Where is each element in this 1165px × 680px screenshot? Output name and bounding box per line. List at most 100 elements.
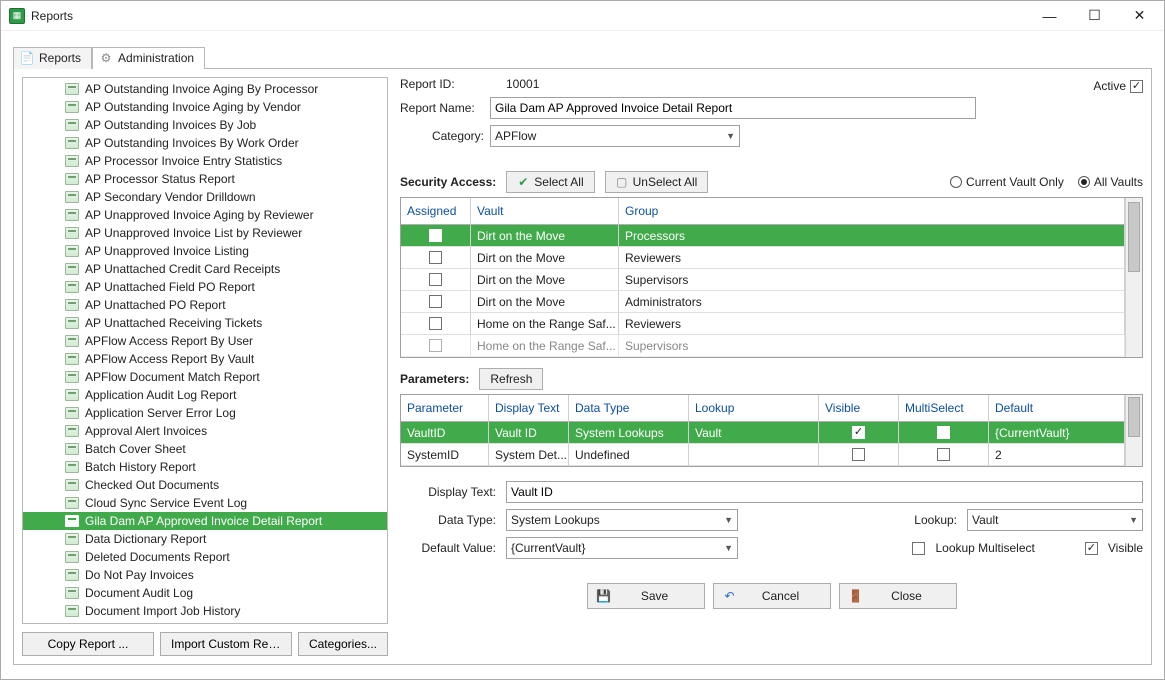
- refresh-parameters-button[interactable]: Refresh: [479, 368, 543, 390]
- tree-item[interactable]: AP Processor Status Report: [23, 170, 387, 188]
- col-lookup[interactable]: Lookup: [689, 395, 819, 422]
- col-visible[interactable]: Visible: [819, 395, 899, 422]
- report-tree[interactable]: AP Outstanding Invoice Aging By Processo…: [22, 77, 388, 624]
- tree-item[interactable]: Do Not Pay Invoices: [23, 566, 387, 584]
- tree-item[interactable]: Gila Dam AP Approved Invoice Detail Repo…: [23, 512, 387, 530]
- lookup-label: Lookup:: [897, 513, 957, 527]
- tree-item[interactable]: Data Dictionary Report: [23, 530, 387, 548]
- unselect-all-button[interactable]: ▢ UnSelect All: [605, 171, 709, 193]
- tree-item[interactable]: AP Unapproved Invoice List by Reviewer: [23, 224, 387, 242]
- report-file-icon: [65, 479, 79, 491]
- security-row[interactable]: Dirt on the MoveProcessors: [401, 225, 1125, 247]
- radio-current-vault-only[interactable]: Current Vault Only: [950, 175, 1064, 189]
- tree-item[interactable]: Application Audit Log Report: [23, 386, 387, 404]
- parameter-row[interactable]: SystemIDSystem Det...Undefined2: [401, 444, 1125, 466]
- categories-button[interactable]: Categories...: [298, 632, 388, 656]
- tree-item[interactable]: Document Import Job History: [23, 602, 387, 620]
- tree-item[interactable]: AP Outstanding Invoice Aging by Vendor: [23, 98, 387, 116]
- tree-item[interactable]: AP Outstanding Invoice Aging By Processo…: [23, 80, 387, 98]
- tree-item[interactable]: Deleted Documents Report: [23, 548, 387, 566]
- col-multiselect[interactable]: MultiSelect: [899, 395, 989, 422]
- tree-item[interactable]: AP Unattached Credit Card Receipts: [23, 260, 387, 278]
- multiselect-cell-checkbox[interactable]: [937, 426, 950, 439]
- parameters-grid-scrollbar[interactable]: [1125, 395, 1142, 466]
- assigned-checkbox[interactable]: [429, 229, 442, 242]
- tree-item[interactable]: Cloud Sync Service Event Log: [23, 494, 387, 512]
- tab-administration[interactable]: ⚙ Administration: [92, 47, 205, 69]
- tree-item[interactable]: APFlow Document Match Report: [23, 368, 387, 386]
- close-button[interactable]: 🚪 Close: [839, 583, 957, 609]
- security-row[interactable]: Dirt on the MoveSupervisors: [401, 269, 1125, 291]
- tree-item[interactable]: AP Unapproved Invoice Listing: [23, 242, 387, 260]
- default-value-combo[interactable]: {CurrentVault} ▼: [506, 537, 738, 559]
- report-file-icon: [65, 209, 79, 221]
- security-row[interactable]: Dirt on the MoveAdministrators: [401, 291, 1125, 313]
- security-access-grid[interactable]: Assigned Vault Group Dirt on the MovePro…: [400, 197, 1143, 358]
- copy-report-button[interactable]: Copy Report ...: [22, 632, 154, 656]
- tree-item[interactable]: Application Server Error Log: [23, 404, 387, 422]
- col-parameter[interactable]: Parameter: [401, 395, 489, 422]
- col-vault[interactable]: Vault: [471, 198, 619, 225]
- category-combo[interactable]: APFlow ▼: [490, 125, 740, 147]
- tab-reports[interactable]: 📄 Reports: [13, 47, 92, 69]
- security-row[interactable]: Home on the Range Saf...Reviewers: [401, 313, 1125, 335]
- visible-cell-checkbox[interactable]: [852, 448, 865, 461]
- cancel-button[interactable]: ↶ Cancel: [713, 583, 831, 609]
- parameter-row[interactable]: VaultIDVault IDSystem LookupsVault{Curre…: [401, 422, 1125, 444]
- assigned-checkbox[interactable]: [429, 273, 442, 286]
- tree-item[interactable]: AP Outstanding Invoices By Work Order: [23, 134, 387, 152]
- data-type-label: Data Type:: [400, 513, 496, 527]
- tree-item[interactable]: AP Processor Invoice Entry Statistics: [23, 152, 387, 170]
- data-type-combo[interactable]: System Lookups ▼: [506, 509, 738, 531]
- lookup-multiselect-checkbox[interactable]: [912, 542, 925, 555]
- tree-item[interactable]: AP Unapproved Invoice Aging by Reviewer: [23, 206, 387, 224]
- tree-item[interactable]: Document Audit Log: [23, 584, 387, 602]
- col-data-type[interactable]: Data Type: [569, 395, 689, 422]
- assigned-checkbox[interactable]: [429, 317, 442, 330]
- col-default[interactable]: Default: [989, 395, 1125, 422]
- close-window-button[interactable]: ✕: [1117, 2, 1162, 30]
- col-assigned[interactable]: Assigned: [401, 198, 471, 225]
- assigned-checkbox[interactable]: [429, 295, 442, 308]
- tree-item[interactable]: Batch Cover Sheet: [23, 440, 387, 458]
- security-row[interactable]: Home on the Range Saf...Supervisors: [401, 335, 1125, 357]
- security-grid-scrollbar[interactable]: [1125, 198, 1142, 357]
- tree-item[interactable]: AP Unattached Receiving Tickets: [23, 314, 387, 332]
- tree-item-label: Batch Cover Sheet: [85, 442, 186, 456]
- report-file-icon: [65, 569, 79, 581]
- col-display-text[interactable]: Display Text: [489, 395, 569, 422]
- display-text-input[interactable]: [506, 481, 1143, 503]
- multiselect-cell-checkbox[interactable]: [937, 448, 950, 461]
- security-row[interactable]: Dirt on the MoveReviewers: [401, 247, 1125, 269]
- tree-item[interactable]: AP Secondary Vendor Drilldown: [23, 188, 387, 206]
- lookup-combo[interactable]: Vault ▼: [967, 509, 1143, 531]
- report-file-icon: [65, 533, 79, 545]
- tree-item-label: AP Unattached PO Report: [85, 298, 226, 312]
- tree-item-label: Data Dictionary Report: [85, 532, 206, 546]
- save-button[interactable]: 💾 Save: [587, 583, 705, 609]
- radio-all-vaults[interactable]: All Vaults: [1078, 175, 1143, 189]
- col-group[interactable]: Group: [619, 198, 1125, 225]
- maximize-button[interactable]: ☐: [1072, 2, 1117, 30]
- tree-item[interactable]: Checked Out Documents: [23, 476, 387, 494]
- app-icon: ▦: [9, 8, 25, 24]
- tree-item[interactable]: Approval Alert Invoices: [23, 422, 387, 440]
- active-checkbox[interactable]: [1130, 80, 1143, 93]
- tree-item[interactable]: APFlow Access Report By User: [23, 332, 387, 350]
- tree-item[interactable]: AP Unattached Field PO Report: [23, 278, 387, 296]
- parameters-grid[interactable]: Parameter Display Text Data Type Lookup …: [400, 394, 1143, 467]
- select-all-button[interactable]: ✔ Select All: [506, 171, 594, 193]
- tree-item[interactable]: AP Unattached PO Report: [23, 296, 387, 314]
- assigned-checkbox[interactable]: [429, 251, 442, 264]
- tree-item[interactable]: APFlow Access Report By Vault: [23, 350, 387, 368]
- report-name-input[interactable]: [490, 97, 976, 119]
- assigned-checkbox[interactable]: [429, 339, 442, 352]
- tree-item[interactable]: Batch History Report: [23, 458, 387, 476]
- import-custom-report-button[interactable]: Import Custom Report...: [160, 632, 292, 656]
- visible-cell-checkbox[interactable]: [852, 426, 865, 439]
- minimize-button[interactable]: —: [1027, 2, 1072, 30]
- tree-item[interactable]: AP Outstanding Invoices By Job: [23, 116, 387, 134]
- visible-checkbox[interactable]: [1085, 542, 1098, 555]
- category-value: APFlow: [495, 129, 536, 143]
- tree-item-label: Do Not Pay Invoices: [85, 568, 194, 582]
